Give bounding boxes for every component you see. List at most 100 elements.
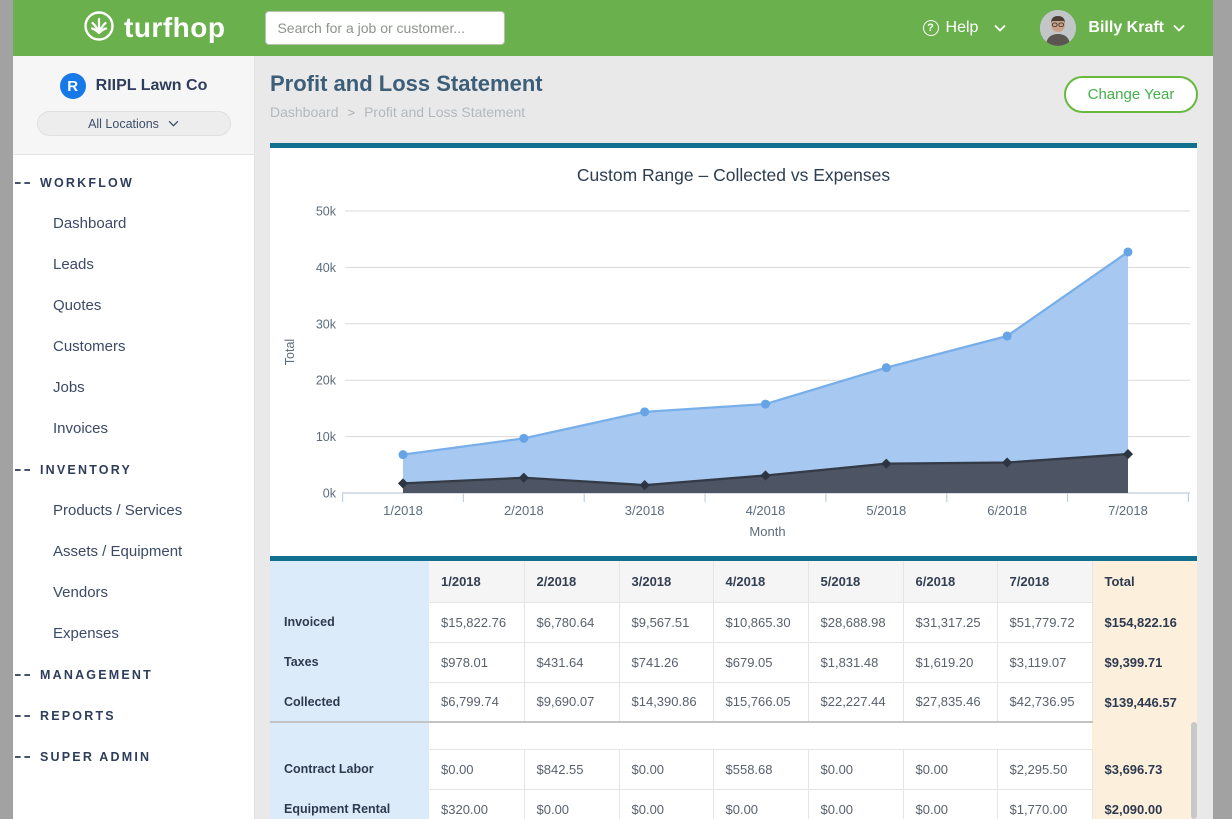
row-label: Collected	[270, 682, 429, 722]
cell-value: $0.00	[713, 789, 808, 819]
topbar-right: ? Help Billy Kraft	[923, 10, 1185, 46]
app-logo[interactable]: turfhop	[83, 10, 225, 47]
sidebar-item-dashboard[interactable]: Dashboard	[13, 203, 254, 244]
row-total: $154,822.16	[1092, 602, 1197, 642]
cell-value: $3,119.07	[997, 642, 1092, 682]
nav-section-label: WORKFLOW	[40, 176, 134, 190]
dashes-icon	[15, 756, 30, 758]
nav-section-label: MANAGEMENT	[40, 668, 153, 682]
user-chevron-down-icon[interactable]	[1173, 19, 1185, 37]
company-name: RIIPL Lawn Co	[96, 77, 208, 95]
nav-section-label: INVENTORY	[40, 463, 132, 477]
company-badge: R	[60, 73, 86, 99]
help-menu[interactable]: ? Help	[923, 19, 1007, 37]
breadcrumb-separator: >	[348, 105, 356, 120]
row-label: Taxes	[270, 642, 429, 682]
breadcrumb: Dashboard > Profit and Loss Statement	[270, 104, 525, 120]
cell-value: $14,390.86	[619, 682, 713, 722]
pnl-table-card: 1/20182/20183/20184/20185/20186/20187/20…	[270, 556, 1197, 819]
sidebar-item-jobs[interactable]: Jobs	[13, 367, 254, 408]
table-row-collected: Collected$6,799.74$9,690.07$14,390.86$15…	[270, 682, 1197, 722]
svg-text:2/2018: 2/2018	[504, 503, 544, 518]
location-selector[interactable]: All Locations	[37, 111, 231, 136]
svg-text:10k: 10k	[316, 430, 337, 444]
row-label: Contract Labor	[270, 749, 429, 789]
nav-section-reports[interactable]: REPORTS	[13, 695, 254, 736]
sidebar-company-panel: R RIIPL Lawn Co All Locations	[13, 56, 254, 155]
chart-card-accent-bar	[270, 143, 1197, 148]
cell-value: $6,799.74	[429, 682, 524, 722]
sidebar-item-customers[interactable]: Customers	[13, 326, 254, 367]
row-total: $9,399.71	[1092, 642, 1197, 682]
sidebar: R RIIPL Lawn Co All Locations WORKFLOW Da…	[13, 56, 255, 819]
cell-value	[808, 722, 903, 749]
cell-value: $978.01	[429, 642, 524, 682]
sidebar-item-quotes[interactable]: Quotes	[13, 285, 254, 326]
left-scrollbar[interactable]	[0, 0, 13, 819]
cell-value: $15,766.05	[713, 682, 808, 722]
nav-section-label: REPORTS	[40, 709, 116, 723]
search-input[interactable]	[265, 11, 505, 45]
cell-value: $0.00	[619, 789, 713, 819]
table-row-equipment-rental: Equipment Rental$320.00$0.00$0.00$0.00$0…	[270, 789, 1197, 819]
cell-value: $0.00	[903, 749, 997, 789]
cell-value	[619, 722, 713, 749]
column-header-5-2018: 5/2018	[808, 561, 903, 602]
column-header-6-2018: 6/2018	[903, 561, 997, 602]
cell-value: $320.00	[429, 789, 524, 819]
collected-vs-expenses-chart: 0k10k20k30k40k50k1/20182/20183/20184/201…	[270, 183, 1197, 556]
row-total: $2,090.00	[1092, 789, 1197, 819]
cell-value: $0.00	[808, 789, 903, 819]
grass-logo-icon	[83, 10, 115, 47]
cell-value: $51,779.72	[997, 602, 1092, 642]
svg-text:5/2018: 5/2018	[866, 503, 906, 518]
cell-value: $1,831.48	[808, 642, 903, 682]
dashes-icon	[15, 674, 30, 676]
row-total	[1092, 722, 1197, 749]
sidebar-item-leads[interactable]: Leads	[13, 244, 254, 285]
breadcrumb-current: Profit and Loss Statement	[364, 104, 525, 120]
svg-text:30k: 30k	[316, 317, 337, 331]
cell-value: $1,770.00	[997, 789, 1092, 819]
svg-text:1/2018: 1/2018	[383, 503, 423, 518]
cell-value: $431.64	[524, 642, 619, 682]
row-label: Equipment Rental	[270, 789, 429, 819]
svg-text:0k: 0k	[323, 487, 337, 501]
svg-text:7/2018: 7/2018	[1108, 503, 1148, 518]
chevron-down-icon	[994, 19, 1006, 37]
table-row-taxes: Taxes$978.01$431.64$741.26$679.05$1,831.…	[270, 642, 1197, 682]
sidebar-item-vendors[interactable]: Vendors	[13, 572, 254, 613]
sidebar-item-products-services[interactable]: Products / Services	[13, 490, 254, 531]
right-scrollbar[interactable]	[1213, 0, 1232, 819]
help-label: Help	[946, 19, 979, 37]
company-row: R RIIPL Lawn Co	[13, 56, 254, 99]
svg-text:40k: 40k	[316, 261, 337, 275]
column-header-7-2018: 7/2018	[997, 561, 1092, 602]
cell-value: $10,865.30	[713, 602, 808, 642]
table-scrollbar-thumb[interactable]	[1191, 722, 1197, 819]
nav-section-management[interactable]: MANAGEMENT	[13, 654, 254, 695]
column-header-2-2018: 2/2018	[524, 561, 619, 602]
sidebar-item-assets-equipment[interactable]: Assets / Equipment	[13, 531, 254, 572]
nav-section-super-admin[interactable]: SUPER ADMIN	[13, 736, 254, 777]
user-avatar[interactable]	[1040, 10, 1076, 46]
sidebar-item-invoices[interactable]: Invoices	[13, 408, 254, 449]
dashes-icon	[15, 715, 30, 717]
breadcrumb-dashboard[interactable]: Dashboard	[270, 104, 339, 120]
user-name[interactable]: Billy Kraft	[1088, 19, 1164, 37]
change-year-button[interactable]: Change Year	[1064, 76, 1198, 113]
location-selector-label: All Locations	[88, 117, 159, 131]
pnl-table: 1/20182/20183/20184/20185/20186/20187/20…	[270, 561, 1197, 819]
cell-value: $842.55	[524, 749, 619, 789]
row-label	[270, 722, 429, 749]
cell-value: $42,736.95	[997, 682, 1092, 722]
app-root: { "topbar": { "logo_text": "turfhop", "s…	[0, 0, 1232, 819]
sidebar-item-expenses[interactable]: Expenses	[13, 613, 254, 654]
nav-section-workflow[interactable]: WORKFLOW	[13, 162, 254, 203]
svg-text:50k: 50k	[316, 205, 337, 219]
nav-section-inventory[interactable]: INVENTORY	[13, 449, 254, 490]
row-label-header	[270, 561, 429, 602]
chevron-down-icon	[168, 120, 179, 127]
page-title: Profit and Loss Statement	[270, 71, 543, 97]
table-spacer-row	[270, 722, 1197, 749]
